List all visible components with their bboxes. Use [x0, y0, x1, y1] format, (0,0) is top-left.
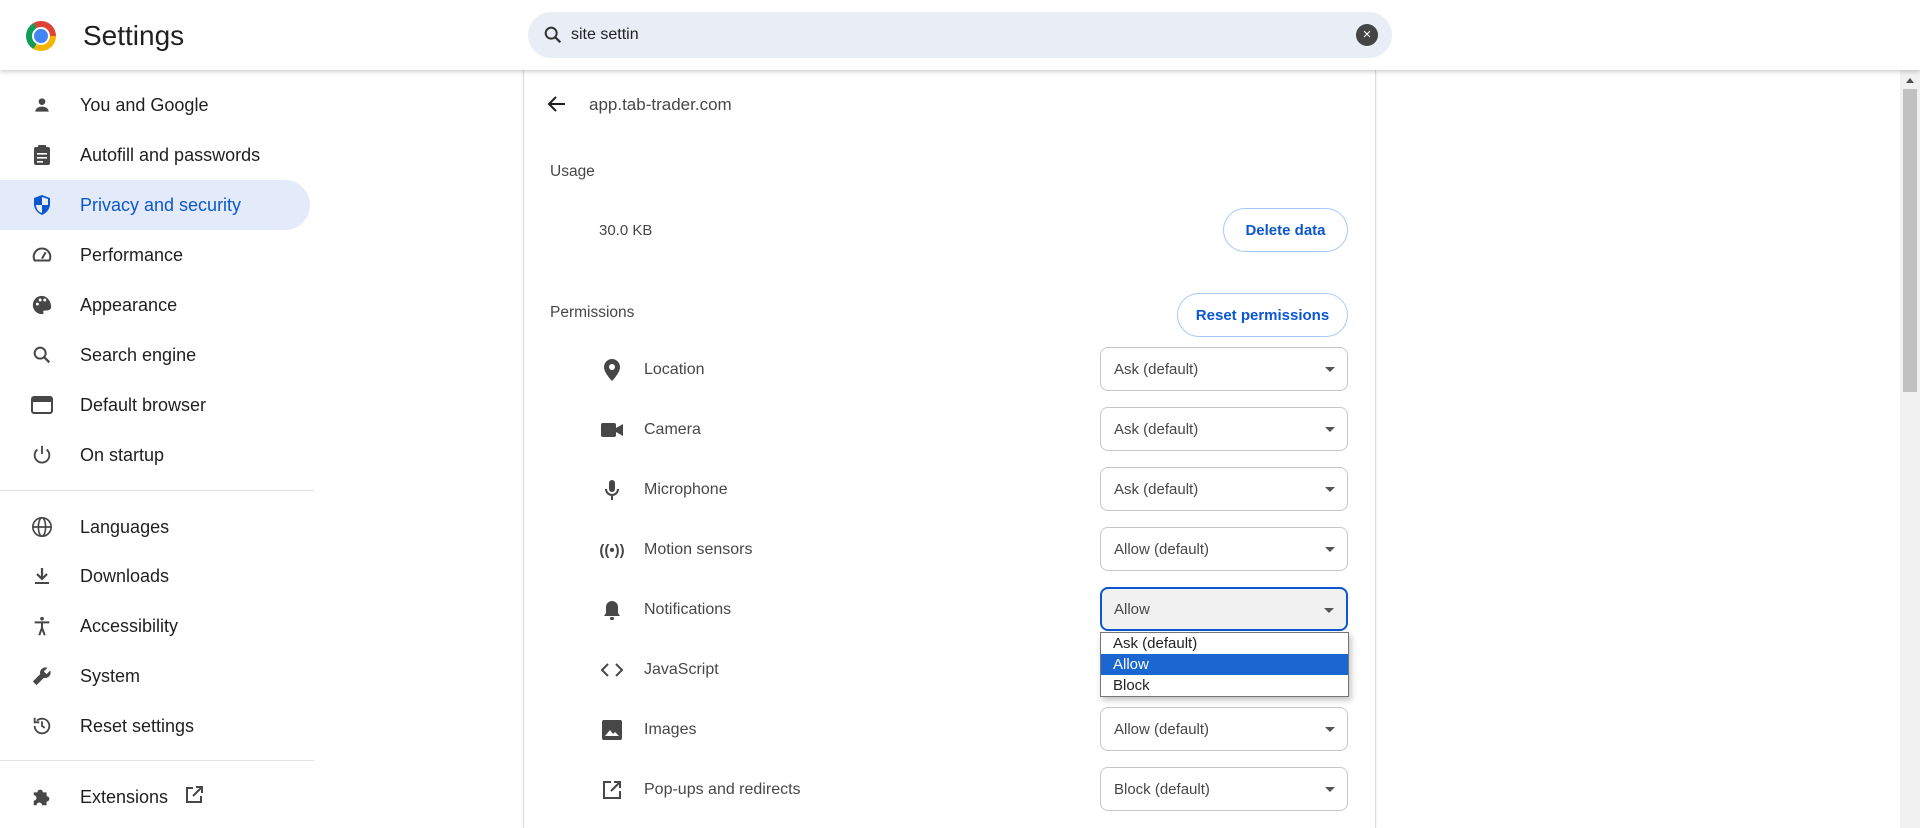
sidebar-item-label: System	[80, 665, 141, 686]
scrollbar-thumb[interactable]	[1903, 89, 1917, 392]
reset-permissions-button[interactable]: Reset permissions	[1177, 293, 1348, 337]
image-icon	[600, 718, 624, 742]
sidebar-item-label: Privacy and security	[80, 194, 242, 215]
permission-label-javascript: JavaScript	[644, 661, 719, 678]
permissions-heading: Permissions	[550, 304, 635, 321]
palette-icon	[30, 293, 54, 317]
sidebar-item-label: On startup	[80, 444, 165, 465]
sidebar-item-languages[interactable]: Languages	[0, 502, 310, 552]
code-icon	[600, 658, 624, 682]
popups-select[interactable]: Block (default)	[1100, 767, 1348, 811]
notifications-select[interactable]: Allow	[1100, 587, 1348, 631]
sidebar-item-autofill[interactable]: Autofill and passwords	[0, 130, 310, 180]
scroll-up-arrow-icon[interactable]	[1906, 78, 1914, 83]
sidebar-item-search-engine[interactable]: Search engine	[0, 330, 310, 380]
sidebar-item-label: Languages	[80, 516, 170, 537]
sidebar-item-label: Default browser	[80, 394, 207, 415]
permission-label-images: Images	[644, 721, 697, 738]
motion-sensors-select[interactable]: Allow (default)	[1100, 527, 1348, 571]
page-title: Settings	[83, 20, 185, 51]
site-name: app.tab-trader.com	[589, 95, 732, 114]
sidebar-item-accessibility[interactable]: Accessibility	[0, 601, 310, 651]
clipboard-icon	[30, 143, 54, 167]
open-in-new-icon	[600, 778, 624, 802]
sidebar-item-label: Reset settings	[80, 715, 195, 736]
scrollbar[interactable]	[1900, 70, 1920, 828]
sidebar-item-appearance[interactable]: Appearance	[0, 280, 310, 330]
microphone-icon	[600, 478, 624, 502]
usage-value: 30.0 KB	[599, 222, 653, 239]
download-icon	[30, 564, 54, 588]
puzzle-icon	[30, 785, 54, 809]
dropdown-option-ask[interactable]: Ask (default)	[1101, 633, 1348, 654]
sidebar-item-label: Downloads	[80, 565, 170, 586]
sidebar-item-label: Extensions	[80, 786, 169, 807]
sidebar-item-reset-settings[interactable]: Reset settings	[0, 701, 310, 751]
open-in-new-icon	[184, 785, 204, 810]
sidebar-item-label: Performance	[80, 244, 184, 265]
sidebar-item-label: Search engine	[80, 344, 197, 365]
sidebar-item-extensions[interactable]: Extensions	[0, 772, 310, 822]
shield-icon	[30, 193, 54, 217]
location-pin-icon	[600, 358, 624, 382]
bell-icon	[600, 598, 624, 622]
back-arrow-icon[interactable]	[545, 92, 569, 116]
search-input[interactable]	[571, 26, 1321, 44]
sidebar-item-label: You and Google	[80, 94, 209, 115]
permission-label-camera: Camera	[644, 421, 701, 438]
speedometer-icon	[30, 243, 54, 267]
power-icon	[30, 443, 54, 467]
permission-label-popups: Pop-ups and redirects	[644, 781, 801, 798]
camera-select[interactable]: Ask (default)	[1100, 407, 1348, 451]
close-icon[interactable]: ×	[1356, 24, 1378, 46]
permission-label-microphone: Microphone	[644, 481, 728, 498]
usage-heading: Usage	[550, 163, 595, 180]
images-select[interactable]: Allow (default)	[1100, 707, 1348, 751]
browser-icon	[30, 393, 54, 417]
location-select[interactable]: Ask (default)	[1100, 347, 1348, 391]
camera-icon	[600, 418, 624, 442]
sidebar-divider	[0, 760, 314, 761]
sidebar-item-label: Accessibility	[80, 615, 179, 636]
sidebar-item-label: Autofill and passwords	[80, 144, 261, 165]
search-icon	[544, 26, 562, 44]
permission-label-location: Location	[644, 361, 705, 378]
globe-icon	[30, 515, 54, 539]
sidebar-item-privacy[interactable]: Privacy and security	[0, 180, 310, 230]
motion-sensor-icon: ((•))	[599, 541, 625, 559]
sidebar-item-downloads[interactable]: Downloads	[0, 551, 310, 601]
search-icon	[30, 343, 54, 367]
chrome-logo	[26, 21, 56, 51]
sidebar-item-label: Appearance	[80, 294, 178, 315]
sidebar-divider	[0, 490, 314, 491]
sidebar-item-on-startup[interactable]: On startup	[0, 430, 310, 480]
sidebar-item-system[interactable]: System	[0, 651, 310, 701]
sidebar-item-performance[interactable]: Performance	[0, 230, 310, 280]
dropdown-option-allow[interactable]: Allow	[1101, 654, 1348, 675]
accessibility-icon	[30, 614, 54, 638]
search-bar[interactable]: ×	[528, 12, 1392, 58]
notifications-dropdown-list: Ask (default) Allow Block	[1100, 632, 1349, 697]
header: Settings ×	[0, 0, 1920, 70]
permission-label-notifications: Notifications	[644, 601, 732, 618]
delete-data-button[interactable]: Delete data	[1223, 208, 1348, 252]
microphone-select[interactable]: Ask (default)	[1100, 467, 1348, 511]
sidebar-item-you-and-google[interactable]: You and Google	[0, 80, 310, 130]
person-icon	[30, 93, 54, 117]
permission-label-motion-sensors: Motion sensors	[644, 541, 753, 558]
history-icon	[30, 714, 54, 738]
sidebar-item-default-browser[interactable]: Default browser	[0, 380, 310, 430]
wrench-icon	[30, 664, 54, 688]
dropdown-option-block[interactable]: Block	[1101, 675, 1348, 696]
